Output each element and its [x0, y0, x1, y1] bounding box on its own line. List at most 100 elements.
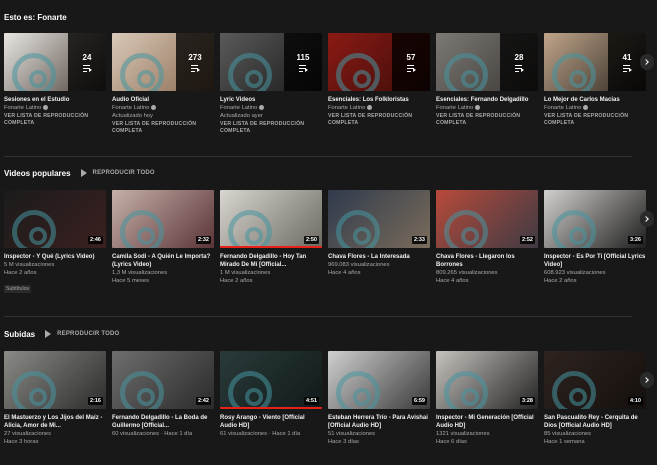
video-title[interactable]: Chava Flores - La Interesada — [328, 253, 430, 261]
channel-name[interactable]: Fonarte Latino — [328, 104, 430, 112]
video-card[interactable]: 2:16 El Mastuerzo y Los Jijos del Maíz - … — [4, 351, 106, 446]
video-thumbnail[interactable]: 2:32 — [112, 190, 214, 248]
playlist-thumbnail[interactable]: 57 — [328, 33, 430, 91]
playlist-title[interactable]: Lo Mejor de Carlos Macias — [544, 96, 646, 104]
video-title[interactable]: Esteban Herrera Trío - Para Avishai [Off… — [328, 414, 430, 430]
view-count: 1,3 M visualizaciones — [112, 270, 168, 276]
video-thumbnail[interactable]: 2:46 — [4, 190, 106, 248]
channel-name-label: Fonarte Latino — [328, 105, 366, 111]
playlist-thumbnail[interactable]: 115 — [220, 33, 322, 91]
video-card[interactable]: 4:51 Rosy Arango - Viento [Official Audio… — [220, 351, 322, 446]
upload-age: Hace 3 horas — [4, 439, 39, 445]
channel-name[interactable]: Fonarte Latino — [436, 104, 538, 112]
video-card[interactable]: 6:59 Esteban Herrera Trío - Para Avishai … — [328, 351, 430, 446]
upload-age: Hace 1 semana — [544, 439, 585, 445]
video-thumbnail[interactable]: 2:42 — [112, 351, 214, 409]
playlist-thumbnail[interactable]: 24 — [4, 33, 106, 91]
playlist-title[interactable]: Audio Oficial — [112, 96, 214, 104]
video-card[interactable]: 3:28 Inspector - Mi Generación [Official … — [436, 351, 538, 446]
video-card[interactable]: 2:33 Chava Flores - La Interesada 969.083 … — [328, 190, 430, 295]
video-thumbnail[interactable]: 4:10 — [544, 351, 646, 409]
playlist-video-count: 41 — [622, 52, 632, 62]
view-full-playlist-link[interactable]: VER LISTA DE REPRODUCCIÓN COMPLETA — [220, 121, 322, 135]
uploads-next-button[interactable] — [640, 372, 654, 388]
vinyl-logo-icon — [12, 371, 56, 409]
video-title[interactable]: Inspector - Es Por Ti [Official Lyrics V… — [544, 253, 646, 269]
playlist-thumbnail[interactable]: 41 — [544, 33, 646, 91]
playlist-icon — [514, 64, 524, 72]
view-full-playlist-link[interactable]: VER LISTA DE REPRODUCCIÓN COMPLETA — [328, 113, 430, 127]
uploads-play-all-button[interactable]: REPRODUCIR TODO — [45, 330, 119, 338]
upload-age: Hace 2 años — [220, 278, 253, 284]
playlist-title[interactable]: Lyric Videos — [220, 96, 322, 104]
video-card[interactable]: 2:32 Camila Sodi - A Quién Le Importa? (L… — [112, 190, 214, 295]
popular-next-button[interactable] — [640, 211, 654, 227]
verified-check-icon — [583, 104, 589, 110]
video-thumbnail[interactable]: 2:33 — [328, 190, 430, 248]
video-title[interactable]: Fernando Delgadillo - La Boda de Guiller… — [112, 414, 214, 430]
video-card[interactable]: 3:26 Inspector - Es Por Ti [Official Lyri… — [544, 190, 646, 295]
playlist-count-overlay: 28 — [500, 33, 538, 91]
playlist-thumbnail[interactable]: 28 — [436, 33, 538, 91]
playlist-card[interactable]: 57 Esenciales: Los Folkloristas Fonarte La… — [328, 33, 430, 135]
upload-age: Hace 4 años — [436, 278, 469, 284]
channel-name[interactable]: Fonarte Latino — [112, 104, 214, 112]
view-full-playlist-link[interactable]: VER LISTA DE REPRODUCCIÓN COMPLETA — [544, 113, 646, 127]
video-title[interactable]: San Pascualito Rey - Cerquita de Dios [O… — [544, 414, 646, 430]
playlist-card[interactable]: 28 Esenciales: Fernando Delgadillo Fonarte… — [436, 33, 538, 135]
channel-name[interactable]: Fonarte Latino — [220, 104, 322, 112]
playlist-count-overlay: 24 — [68, 33, 106, 91]
video-thumbnail[interactable]: 2:16 — [4, 351, 106, 409]
vinyl-logo-icon — [444, 371, 488, 409]
view-full-playlist-link[interactable]: VER LISTA DE REPRODUCCIÓN COMPLETA — [4, 113, 106, 127]
video-title[interactable]: Inspector - Mi Generación [Official Audi… — [436, 414, 538, 430]
video-title[interactable]: Fernando Delgadillo - Hoy Tan Mirado De … — [220, 253, 322, 269]
video-title[interactable]: El Mastuerzo y Los Jijos del Maíz - Alic… — [4, 414, 106, 430]
playlist-card[interactable]: 41 Lo Mejor de Carlos Macias Fonarte Latin… — [544, 33, 646, 135]
video-meta: 61 visualizaciones · Hace 1 día — [220, 431, 301, 437]
video-card[interactable]: 2:50 Fernando Delgadillo - Hoy Tan Mirado… — [220, 190, 322, 295]
playlist-card[interactable]: 24 Sesiones en el Estudio Fonarte Latino VE… — [4, 33, 106, 135]
verified-check-icon — [259, 104, 265, 110]
playlist-title[interactable]: Sesiones en el Estudio — [4, 96, 106, 104]
video-title[interactable]: Camila Sodi - A Quién Le Importa? (Lyric… — [112, 253, 214, 269]
channel-name-label: Fonarte Latino — [436, 105, 474, 111]
channel-name-label: Fonarte Latino — [112, 105, 150, 111]
upload-age: Hace 5 meses — [112, 278, 150, 284]
channel-name[interactable]: Fonarte Latino — [4, 104, 106, 112]
view-full-playlist-link[interactable]: VER LISTA DE REPRODUCCIÓN COMPLETA — [112, 121, 214, 135]
playlists-next-button[interactable] — [640, 54, 654, 70]
video-card[interactable]: 2:42 Fernando Delgadillo - La Boda de Gui… — [112, 351, 214, 446]
duration-badge: 3:28 — [519, 397, 535, 405]
video-card[interactable]: 4:10 San Pascualito Rey - Cerquita de Dio… — [544, 351, 646, 446]
uploads-section-title: Subidas — [4, 329, 36, 339]
video-title[interactable]: Rosy Arango - Viento [Official Audio HD] — [220, 414, 322, 430]
popular-play-all-button[interactable]: REPRODUCIR TODO — [80, 169, 155, 177]
playlist-card[interactable]: 273 Audio Oficial Fonarte Latino Actualizad… — [112, 33, 214, 135]
vinyl-logo-icon — [552, 371, 596, 409]
playlist-title[interactable]: Esenciales: Fernando Delgadillo — [436, 96, 538, 104]
playlist-title[interactable]: Esenciales: Los Folkloristas — [328, 96, 430, 104]
subtitles-badge: Subtítulos — [4, 285, 32, 293]
watch-progress-bar — [220, 246, 322, 248]
vinyl-logo-icon — [120, 371, 164, 409]
video-card[interactable]: 2:52 Chava Flores - Llegaron los Borrones… — [436, 190, 538, 295]
video-title[interactable]: Chava Flores - Llegaron los Borrones — [436, 253, 538, 269]
popular-section-title: Videos populares — [4, 168, 71, 178]
playlist-updated: Actualizado ayer — [220, 113, 263, 119]
channel-name[interactable]: Fonarte Latino — [544, 104, 646, 112]
video-thumbnail[interactable]: 6:59 — [328, 351, 430, 409]
playlist-video-count: 115 — [296, 52, 310, 62]
video-thumbnail[interactable]: 2:50 — [220, 190, 322, 248]
video-thumbnail[interactable]: 3:26 — [544, 190, 646, 248]
video-thumbnail[interactable]: 3:28 — [436, 351, 538, 409]
verified-check-icon — [475, 104, 481, 110]
view-full-playlist-link[interactable]: VER LISTA DE REPRODUCCIÓN COMPLETA — [436, 113, 538, 127]
playlist-thumbnail[interactable]: 273 — [112, 33, 214, 91]
view-count: 5 M visualizaciones — [4, 262, 55, 268]
video-title[interactable]: Inspector - Y Qué (Lyrics Video) — [4, 253, 106, 261]
playlist-card[interactable]: 115 Lyric Videos Fonarte Latino Actualizado… — [220, 33, 322, 135]
video-thumbnail[interactable]: 2:52 — [436, 190, 538, 248]
video-thumbnail[interactable]: 4:51 — [220, 351, 322, 409]
video-card[interactable]: 2:46 Inspector - Y Qué (Lyrics Video) 5 M … — [4, 190, 106, 295]
